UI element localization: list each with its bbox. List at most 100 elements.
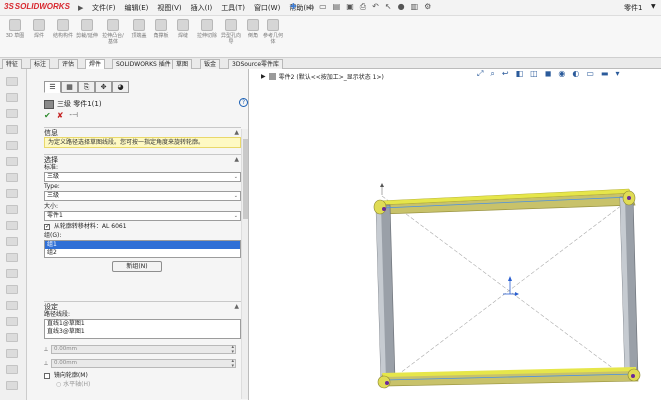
material-checkbox-row[interactable]: 从轮廓转移材料：AL 6061 (44, 222, 241, 232)
tool-icon[interactable] (6, 317, 18, 326)
open-icon[interactable]: ▤ (333, 2, 341, 12)
tool-icon[interactable] (6, 365, 18, 374)
menu-expand-icon[interactable]: ▶ (78, 4, 83, 12)
select-icon[interactable]: ↖ (385, 2, 392, 12)
list-item[interactable]: 组1 (45, 241, 240, 249)
weld-bead-button[interactable]: 焊缝 (172, 19, 194, 39)
menu-edit[interactable]: 编辑(E) (125, 3, 149, 13)
tool-icon[interactable] (6, 349, 18, 358)
reference-geometry-button[interactable]: 参考几何体 (262, 19, 284, 45)
menu-file[interactable]: 文件(F) (92, 3, 116, 13)
gusset-button[interactable]: 角撑板 (150, 19, 172, 39)
end-cap-button[interactable]: 顶端盖 (128, 19, 150, 39)
tool-icon[interactable] (6, 333, 18, 342)
display-manager-icon[interactable]: ◕ (112, 81, 129, 93)
sketch-point[interactable] (385, 381, 389, 385)
standard-select[interactable]: 三级 ⌄ (44, 172, 241, 182)
selection-header[interactable]: 选择 ▲ (44, 154, 241, 164)
material-checkbox[interactable] (44, 222, 50, 232)
configuration-manager-icon[interactable]: ⎘ (78, 81, 95, 93)
tool-icon[interactable] (6, 157, 18, 166)
tool-icon[interactable] (6, 301, 18, 310)
path-segments-list[interactable]: 直线1@草图1 直线3@草图1 (44, 319, 241, 339)
tool-icon[interactable] (6, 269, 18, 278)
weldment-button[interactable]: 焊件 (28, 19, 50, 39)
dimxpert-icon[interactable]: ✥ (95, 81, 112, 93)
tab-weldments[interactable]: 焊件 (85, 59, 106, 69)
new-group-button[interactable]: 新组(N) (112, 261, 162, 272)
tool-icon[interactable] (6, 381, 18, 390)
type-select[interactable]: 三级 ⌄ (44, 191, 241, 201)
sketch-3d-button[interactable]: 3D 草图 (4, 19, 26, 39)
pm-scrollbar[interactable] (241, 129, 248, 399)
rebuild-icon[interactable]: ● (398, 2, 405, 12)
model-view[interactable] (249, 69, 661, 400)
tool-icon[interactable] (6, 205, 18, 214)
tab-sketch[interactable]: 草图 (172, 59, 193, 69)
new-document-icon[interactable]: ▭ (319, 2, 327, 12)
ok-button[interactable]: ✔ (44, 111, 51, 120)
tool-icon[interactable] (6, 285, 18, 294)
help-icon[interactable]: ? (239, 98, 248, 107)
info-header[interactable]: 信息 ▲ (44, 127, 241, 137)
tool-icon[interactable] (6, 125, 18, 134)
save-icon[interactable]: ▣ (346, 2, 354, 12)
groups-list[interactable]: 组1 组2 (44, 240, 241, 258)
solidworks-logo[interactable]: 3S SOLIDWORKS (4, 2, 70, 11)
graphics-area[interactable]: ▶ 零件2 (默认<<按加工>_显示状态 1>) ⤢ ⌕ ↩ ◧ ◫ ◼ ◉ ◐… (249, 69, 661, 400)
file-properties-icon[interactable]: ▥ (411, 2, 419, 12)
sketch-point[interactable] (382, 207, 386, 211)
extruded-cut-button[interactable]: 拉伸切除 (196, 19, 218, 39)
tool-icon[interactable] (6, 109, 18, 118)
menu-insert[interactable]: 插入(I) (191, 3, 213, 13)
spin-arrows-icon[interactable]: ▴ ▾ (232, 359, 235, 369)
sketch-point[interactable] (627, 196, 631, 200)
tool-icon[interactable] (6, 141, 18, 150)
cancel-button[interactable]: ✘ (57, 111, 64, 120)
tool-icon[interactable] (6, 237, 18, 246)
tool-icon[interactable] (6, 253, 18, 262)
menu-view[interactable]: 视图(V) (157, 3, 181, 13)
menu-tools[interactable]: 工具(T) (221, 3, 245, 13)
tool-icon[interactable] (6, 77, 18, 86)
pin-menu-icon[interactable]: ✚ (290, 2, 297, 11)
collapse-icon[interactable]: ▲ (234, 302, 239, 312)
chevron-down-icon[interactable]: ▼ (651, 3, 656, 10)
tab-markup[interactable]: 标注 (30, 59, 51, 69)
collapse-icon[interactable]: ▲ (234, 128, 239, 138)
mirror-checkbox[interactable] (44, 372, 50, 379)
pushpin-icon[interactable]: -⊣ (69, 111, 78, 120)
tab-solidworks-addins[interactable]: SOLIDWORKS 插件 (112, 59, 175, 69)
collapse-icon[interactable]: ▲ (234, 155, 239, 165)
tab-evaluate[interactable]: 评估 (58, 59, 79, 69)
list-item[interactable]: 直线3@草图1 (47, 328, 240, 336)
mirror-checkbox-row[interactable]: 镜向轮廓(M) (44, 371, 241, 381)
spin-arrows-icon[interactable]: ▴ ▾ (232, 345, 235, 355)
property-manager-icon[interactable]: ▦ (61, 81, 78, 93)
list-item[interactable]: 直线1@草图1 (47, 320, 240, 328)
tool-icon[interactable] (6, 93, 18, 102)
undo-icon[interactable]: ↶ (372, 2, 379, 12)
options-icon[interactable]: ⚙ (424, 2, 431, 12)
horizontal-axis-radio[interactable]: ○ 水平轴(H) (44, 381, 241, 389)
tab-features[interactable]: 特征 (2, 59, 23, 69)
feature-manager-icon[interactable]: ☰ (44, 81, 61, 93)
size-select[interactable]: 零件1 ⌄ (44, 211, 241, 221)
home-icon[interactable]: ⌂ (308, 2, 313, 12)
spin-field-1[interactable]: 0.00mm ▴ ▾ (51, 345, 237, 355)
tool-icon[interactable] (6, 189, 18, 198)
tool-icon[interactable] (6, 221, 18, 230)
list-item[interactable]: 组2 (47, 249, 240, 257)
spin-field-2[interactable]: 0.00mm ▴ ▾ (51, 359, 237, 369)
chamfer-button[interactable]: 倒角 (242, 19, 264, 39)
sketch-point[interactable] (631, 374, 635, 378)
tool-icon[interactable] (6, 173, 18, 182)
settings-header[interactable]: 设定 ▲ (44, 301, 241, 311)
tab-sheet-metal[interactable]: 钣金 (200, 59, 221, 69)
hole-wizard-button[interactable]: 异型孔向导 (220, 19, 242, 45)
extruded-boss-button[interactable]: 拉伸凸台/基体 (100, 19, 126, 45)
structural-member-button[interactable]: 结构构件 (52, 19, 74, 39)
print-icon[interactable]: ⎙ (360, 2, 366, 12)
scroll-thumb[interactable] (243, 139, 248, 219)
tab-3dsource[interactable]: 3DSource零件库 (228, 59, 284, 69)
